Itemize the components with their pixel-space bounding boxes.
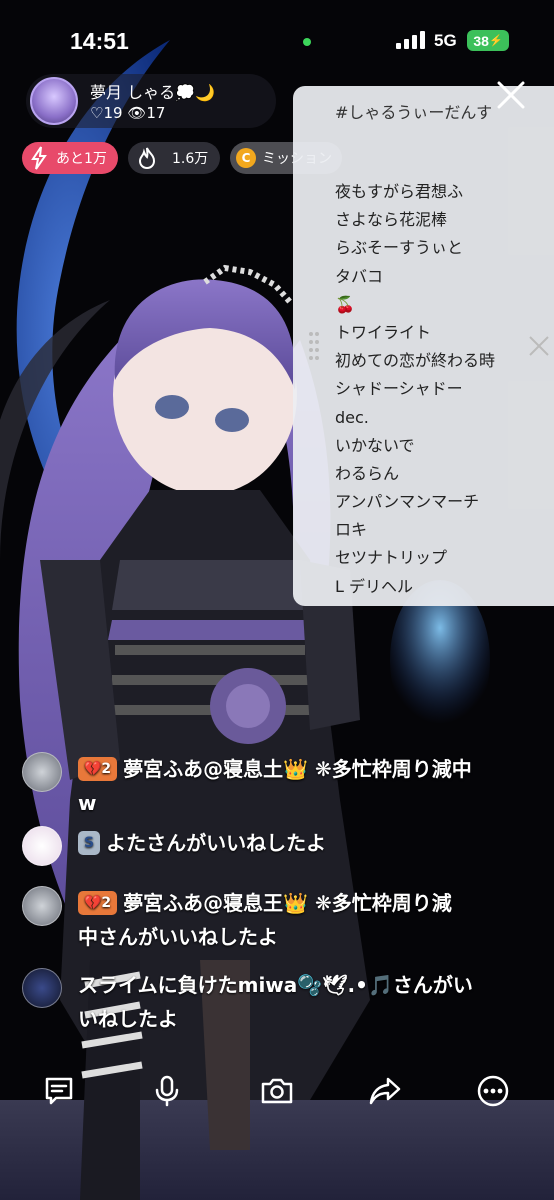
status-bar: 14:51 5G 38 ⚡ — [0, 0, 554, 72]
setlist-song: 🍒 — [335, 294, 355, 314]
status-indicator-dot — [303, 38, 311, 46]
setlist-song: タバコ — [335, 266, 384, 286]
comment-text: 💔2 夢宮ふあ@寝息王👑 ❋多忙枠周り減 中さんがいいねしたよ — [78, 891, 452, 949]
commenter-avatar[interactable] — [22, 968, 62, 1008]
character-eye-right — [215, 408, 249, 432]
coin-icon: C — [236, 148, 256, 168]
setlist-song: トワイライト — [335, 322, 432, 342]
goal-label: あと1万 — [56, 151, 107, 167]
setlist-song: いかないで — [335, 435, 415, 455]
comment-text: 💔2 夢宮ふあ@寝息土👑 ❋多忙枠周り減中 w — [78, 757, 472, 815]
battery-level: 38 — [473, 32, 489, 49]
more-icon[interactable] — [476, 1074, 510, 1108]
comment-text: スライムに負けたmiwa🫧🕊.•🎵さんがい いねしたよ — [78, 973, 473, 1031]
streamer-profile[interactable]: 夢月 しゃる💭🌙 ♡19 👁17 — [26, 74, 276, 128]
setlist-song: L デリヘル — [335, 576, 414, 596]
commenter-avatar[interactable] — [22, 752, 62, 792]
lightning-icon — [31, 146, 47, 170]
close-icon[interactable] — [494, 78, 528, 112]
character-sash — [108, 620, 312, 640]
setlist-song: dec. — [335, 407, 369, 427]
stream-stats: ♡19 👁17 — [90, 104, 165, 122]
setlist-song: わるらん — [335, 463, 400, 483]
setlist-panel[interactable]: #しゃるうぃーだんす 夜もすがら君想ふ さよなら花泥棒 らぶそーすうぃと タバコ… — [293, 86, 554, 606]
setlist-songs: 夜もすがら君想ふ さよなら花泥棒 らぶそーすうぃと タバコ 🍒 トワイライト 初… — [335, 178, 495, 601]
points-chip[interactable]: 1.6万 — [128, 142, 220, 174]
like-count: ♡19 — [90, 104, 123, 122]
mic-icon[interactable] — [150, 1074, 184, 1108]
streamer-name: 夢月 しゃる💭🌙 — [90, 83, 215, 102]
character-eye-left — [155, 395, 189, 419]
battery-icon: 38 ⚡ — [467, 30, 509, 51]
flame-icon — [138, 147, 156, 170]
setlist-song: ロキ — [335, 520, 368, 540]
setlist-song: シャドーシャドー — [335, 379, 463, 399]
setlist-title: #しゃるうぃーだんす — [335, 103, 493, 122]
viewer-count: 👁17 — [127, 104, 166, 122]
commenter-avatar[interactable] — [22, 826, 62, 866]
camera-icon[interactable] — [260, 1074, 294, 1108]
signal-icon — [396, 31, 425, 49]
goal-chip[interactable]: あと1万 — [22, 142, 118, 174]
drag-handle-icon[interactable] — [308, 330, 320, 360]
setlist-song: らぶそーすうぃと — [335, 238, 464, 258]
share-icon[interactable] — [368, 1074, 402, 1108]
fan-level-badge: 💔2 — [78, 891, 118, 915]
fan-level-badge: 💔2 — [78, 757, 118, 781]
setlist-song: アンパンマンマーチ — [335, 492, 480, 512]
setlist-song: 夜もすがら君想ふ — [335, 182, 464, 201]
network-type: 5G — [434, 31, 457, 50]
points-label: 1.6万 — [172, 151, 209, 167]
avatar[interactable] — [30, 77, 78, 125]
bottom-action-bar — [0, 1066, 554, 1116]
chat-icon[interactable] — [42, 1074, 76, 1108]
overlay-close-icon[interactable] — [527, 334, 551, 358]
comment-text: S よたさんがいいねしたよ — [78, 826, 326, 860]
setlist-song: さよなら花泥棒 — [335, 210, 448, 230]
setlist-song: 初めての恋が終わる時 — [335, 351, 496, 371]
status-time: 14:51 — [70, 28, 129, 54]
commenter-avatar[interactable] — [22, 886, 62, 926]
supporter-badge: S — [78, 831, 101, 855]
setlist-song: セツナトリップ — [335, 548, 448, 568]
character-bodice — [112, 560, 308, 610]
